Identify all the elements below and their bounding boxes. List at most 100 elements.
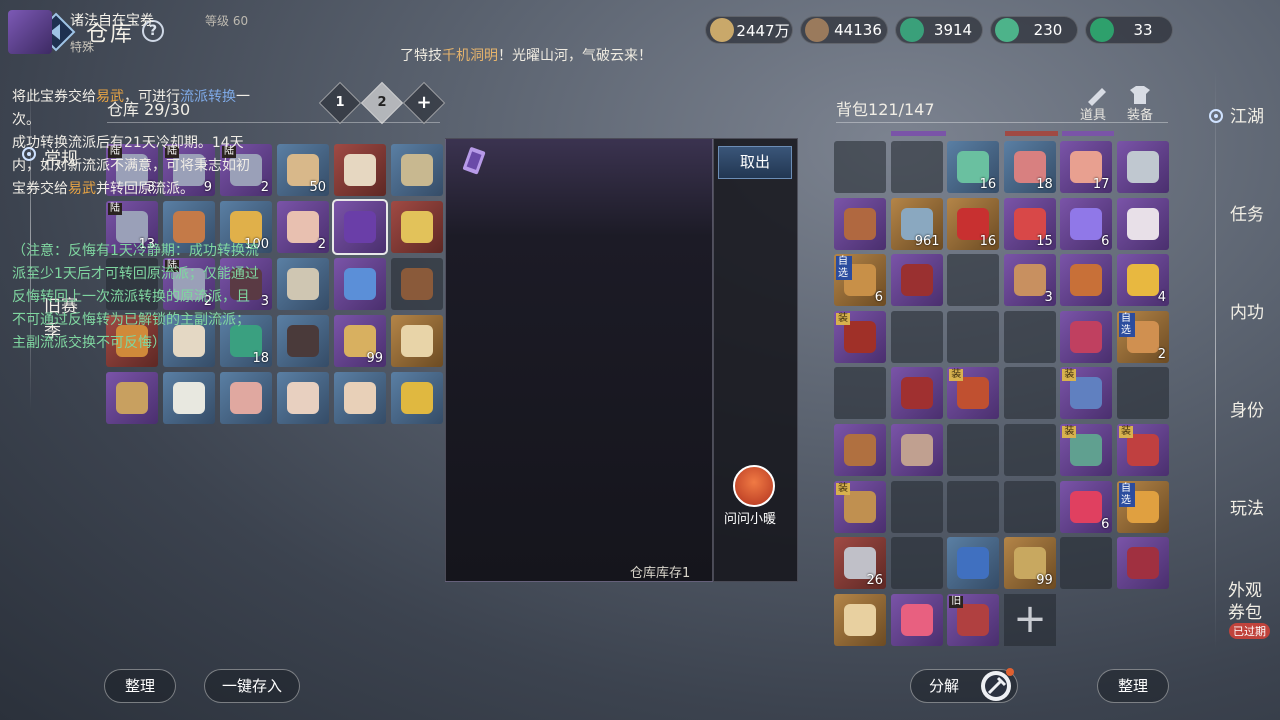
warehouse-sort-button[interactable]: 整理 (104, 669, 176, 703)
warehouse-add-tab-icon[interactable]: + (409, 88, 439, 118)
warehouse-tab-1[interactable]: 1 (325, 88, 355, 118)
assistant-avatar-icon[interactable] (733, 465, 775, 507)
item-slot[interactable] (391, 258, 443, 310)
voucher-item-icon (8, 10, 52, 54)
item-slot[interactable] (106, 372, 158, 424)
item-slot[interactable] (1117, 537, 1169, 590)
currency-2[interactable]: 3914 (895, 16, 983, 44)
item-slot[interactable]: 4 (1117, 254, 1169, 307)
item-slot[interactable] (890, 367, 943, 420)
item-icon (900, 603, 933, 636)
item-slot[interactable]: 6 (1060, 197, 1113, 250)
item-slot[interactable]: 2 (277, 201, 329, 253)
item-slot[interactable]: 17 (1060, 141, 1113, 193)
item-slot[interactable]: 自选 2 (1117, 310, 1169, 363)
item-slot[interactable]: 99 (1003, 537, 1056, 590)
ask-assistant-label[interactable]: 问问小暖 (724, 508, 776, 527)
item-slot[interactable]: 50 (277, 144, 329, 196)
item-slot[interactable]: 装 (834, 480, 886, 533)
item-slot[interactable]: 99 (334, 315, 386, 367)
item-slot[interactable] (220, 372, 272, 424)
item-slot[interactable]: 装 (1060, 367, 1113, 420)
item-slot[interactable]: 961 (890, 197, 943, 250)
nav-jianghu[interactable]: 江湖 (1230, 106, 1264, 128)
item-slot[interactable] (163, 372, 215, 424)
bag-sort-button[interactable]: 整理 (1097, 669, 1169, 703)
item-slot[interactable] (1003, 424, 1056, 476)
item-slot[interactable] (947, 424, 1000, 476)
nav-task[interactable]: 任务 (1230, 204, 1264, 226)
item-slot[interactable] (1003, 367, 1056, 420)
item-icon (173, 382, 205, 414)
item-slot[interactable] (890, 593, 943, 646)
item-slot[interactable]: 旧 (947, 593, 1000, 646)
item-slot[interactable]: 装 (947, 367, 1000, 420)
item-slot[interactable] (1003, 480, 1056, 533)
item-slot[interactable] (1060, 537, 1113, 590)
tab-items[interactable]: 道具 (1080, 104, 1106, 123)
item-slot[interactable] (334, 372, 386, 424)
deposit-all-button[interactable]: 一键存入 (204, 669, 300, 703)
item-slot[interactable] (947, 480, 1000, 533)
item-slot[interactable] (890, 537, 943, 590)
item-slot[interactable] (277, 372, 329, 424)
item-slot[interactable] (1117, 197, 1169, 250)
item-slot[interactable] (391, 315, 443, 367)
item-slot[interactable] (391, 201, 443, 253)
item-slot[interactable] (1117, 141, 1169, 193)
item-slot[interactable] (391, 372, 443, 424)
item-slot[interactable]: 装 (834, 310, 886, 363)
item-slot[interactable]: 6 (1060, 480, 1113, 533)
item-slot[interactable] (332, 199, 388, 255)
currency-0[interactable]: 2447万 (705, 16, 793, 44)
item-slot[interactable]: 16 (947, 141, 1000, 193)
item-slot[interactable] (947, 254, 1000, 307)
item-slot[interactable] (1117, 367, 1169, 420)
take-out-button[interactable]: 取出 (718, 146, 792, 179)
item-slot[interactable]: 26 (834, 537, 886, 590)
equip-tag: 装 (836, 482, 850, 495)
item-slot[interactable] (834, 141, 886, 193)
item-slot[interactable]: 18 (1003, 141, 1056, 193)
item-icon (344, 382, 376, 414)
currency-3[interactable]: 230 (990, 16, 1078, 44)
item-slot[interactable] (947, 310, 1000, 363)
currency-1[interactable]: 44136 (800, 16, 888, 44)
item-slot[interactable] (890, 480, 943, 533)
currency-4[interactable]: 33 (1085, 16, 1173, 44)
item-slot[interactable]: 16 (947, 197, 1000, 250)
item-count: 2 (260, 180, 269, 195)
item-slot[interactable] (834, 593, 886, 646)
item-slot[interactable] (890, 310, 943, 363)
item-slot[interactable] (391, 144, 443, 196)
item-slot[interactable] (277, 315, 329, 367)
item-icon (844, 434, 876, 466)
item-slot[interactable]: 3 (1003, 254, 1056, 307)
item-slot[interactable] (1060, 310, 1113, 363)
warehouse-tab-2[interactable]: 2 (367, 88, 397, 118)
item-slot[interactable] (277, 258, 329, 310)
item-slot[interactable] (890, 141, 943, 193)
item-slot[interactable] (834, 197, 886, 250)
item-slot[interactable]: 装 (1117, 424, 1169, 476)
item-slot[interactable] (890, 424, 943, 476)
nav-neigong[interactable]: 内功 (1230, 302, 1264, 324)
item-slot[interactable] (334, 144, 386, 196)
tab-equipment[interactable]: 装备 (1127, 104, 1153, 123)
nav-identity[interactable]: 身份 (1230, 400, 1264, 422)
item-slot[interactable]: 15 (1003, 197, 1056, 250)
item-slot[interactable] (834, 424, 886, 476)
item-slot[interactable] (947, 537, 1000, 590)
nav-gameplay[interactable]: 玩法 (1230, 498, 1264, 520)
expand-bag-button[interactable]: + (1004, 594, 1056, 646)
item-slot[interactable]: 自选 (1117, 480, 1169, 533)
item-slot[interactable] (890, 254, 943, 307)
item-slot[interactable]: 装 (1060, 424, 1113, 476)
item-slot[interactable] (334, 258, 386, 310)
item-slot[interactable] (834, 367, 886, 420)
item-count: 26 (866, 573, 883, 589)
item-slot[interactable]: 自选 6 (834, 254, 886, 307)
decompose-hammer-icon[interactable] (978, 668, 1016, 704)
item-slot[interactable] (1003, 310, 1056, 363)
item-slot[interactable] (1060, 254, 1113, 307)
